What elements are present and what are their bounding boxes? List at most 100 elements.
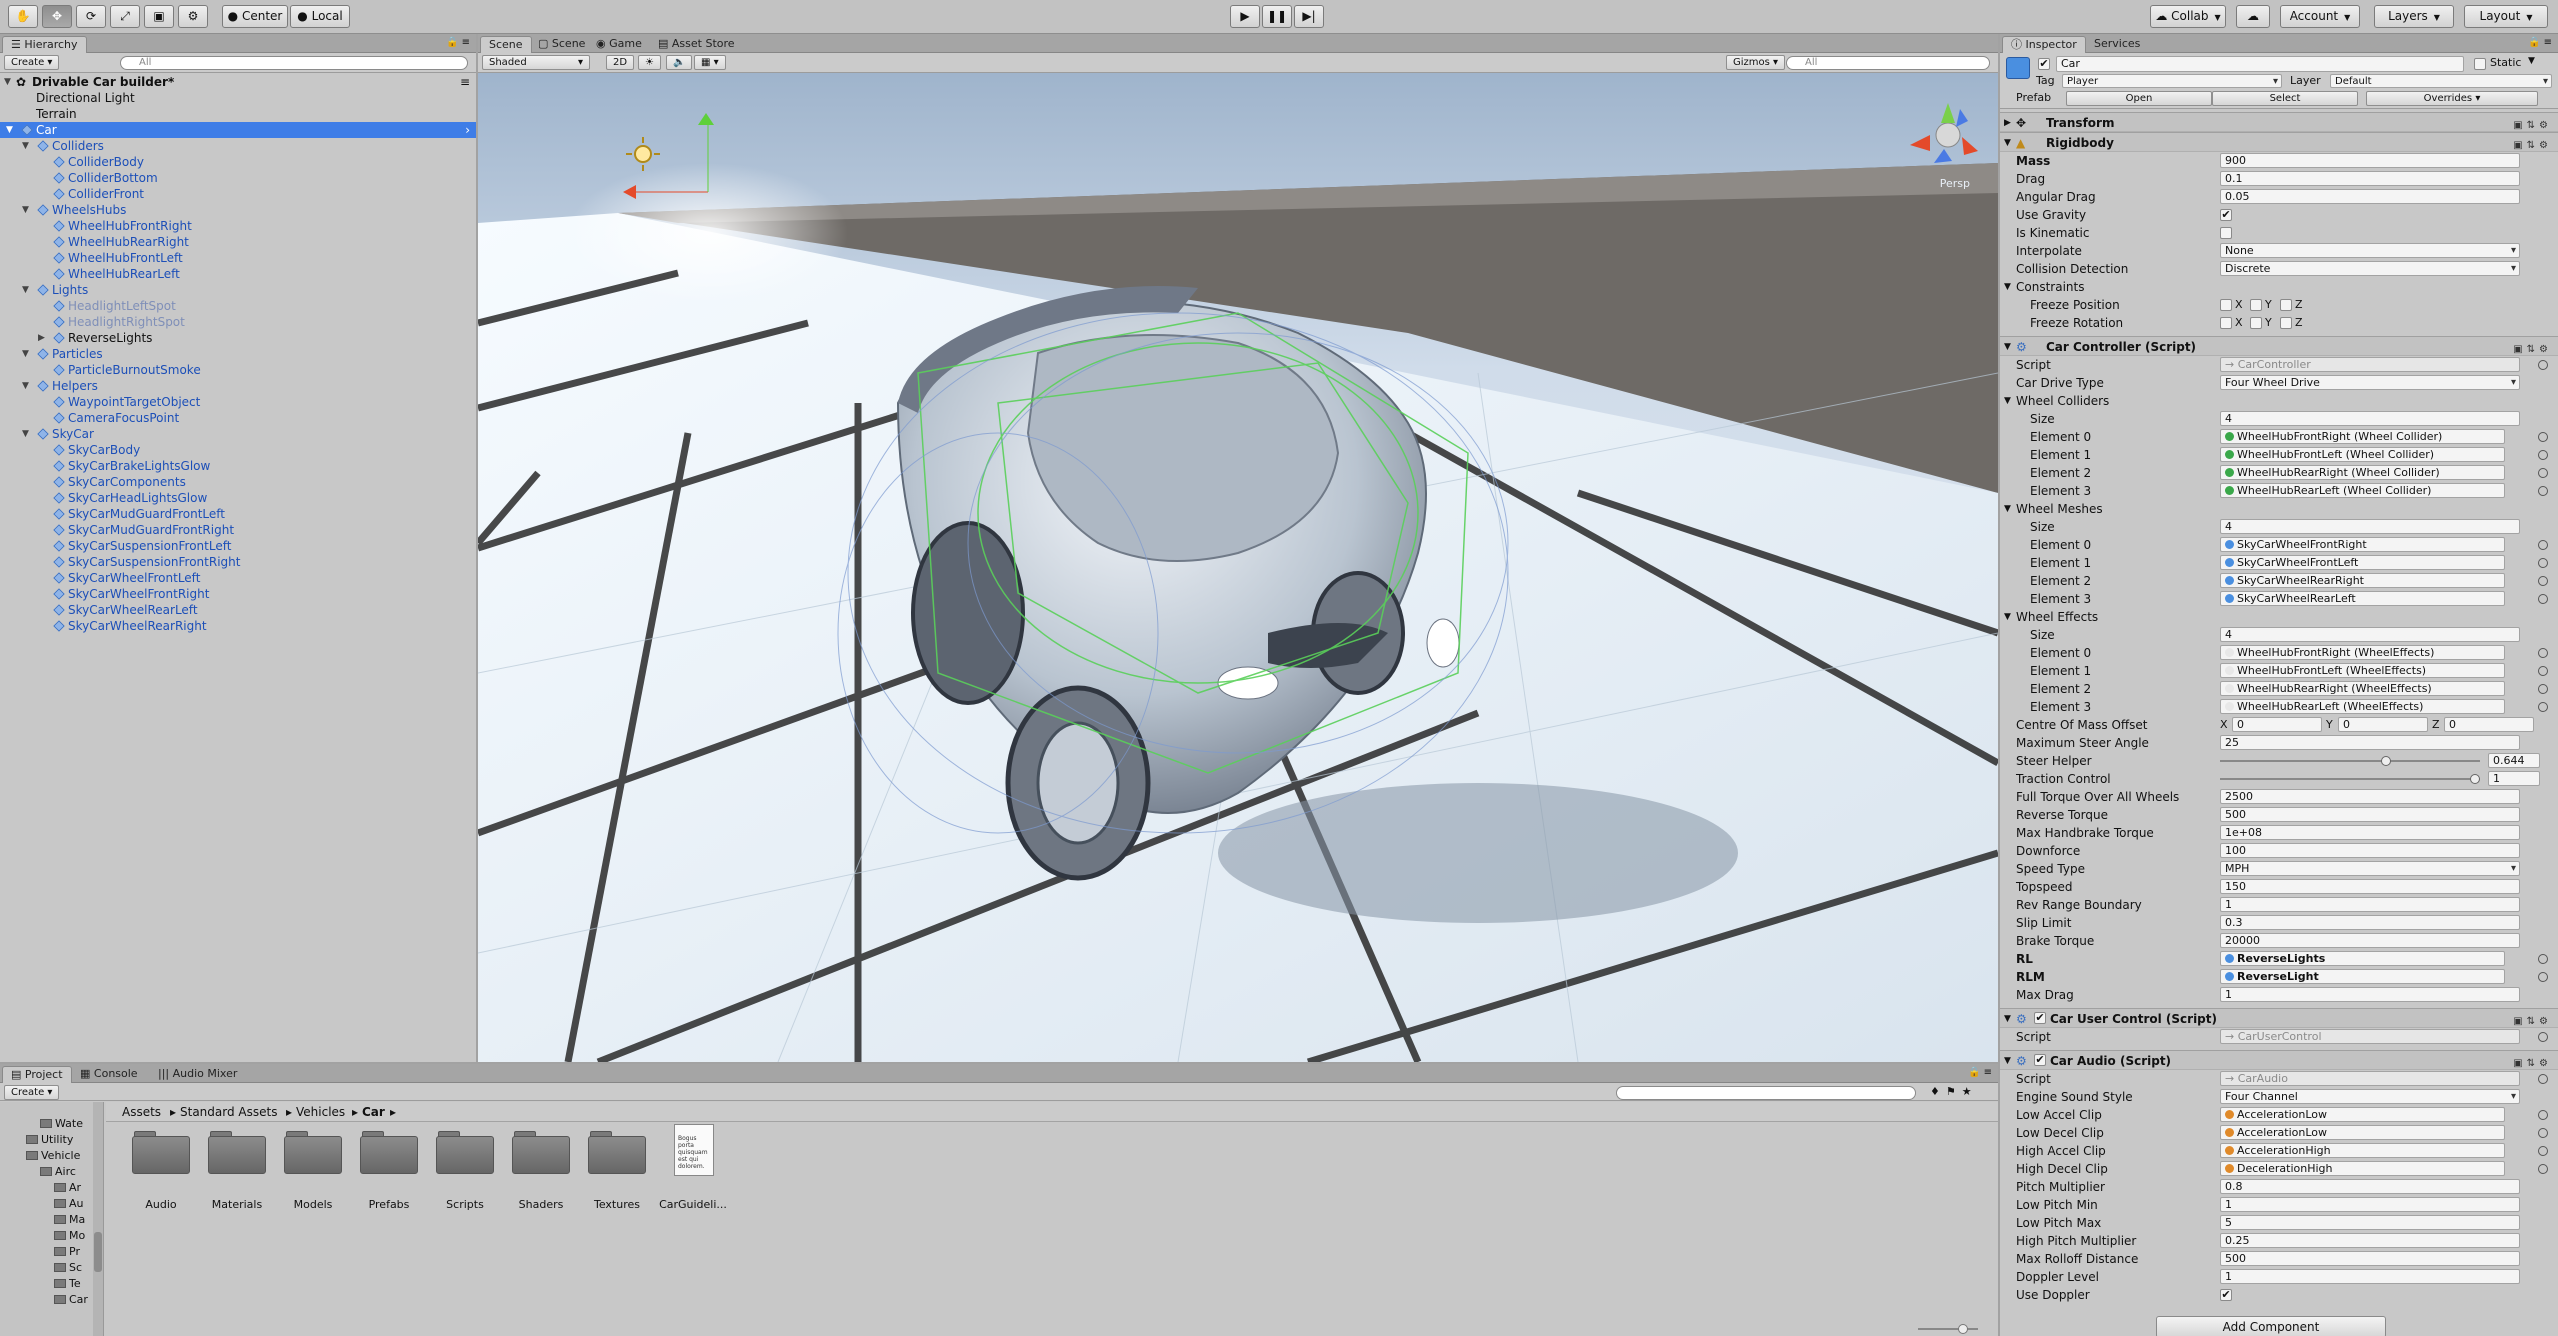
object-picker-icon[interactable] — [2538, 666, 2548, 676]
hierarchy-item[interactable]: ▼ SkyCar — [0, 426, 476, 442]
audio-clip-row-field[interactable]: AccelerationLow — [2220, 1125, 2505, 1140]
project-tree-item[interactable]: Airc — [40, 1164, 76, 1180]
array-element-row-field[interactable]: SkyCarWheelRearLeft — [2220, 591, 2505, 606]
transform-header[interactable]: ▶ ✥ Transform ▣⇅⚙ — [2000, 112, 2558, 132]
prefab-open-arrow-icon[interactable]: › — [465, 122, 470, 138]
drive-type-row-field[interactable]: Four Wheel Drive — [2220, 375, 2520, 390]
project-tree-item[interactable]: Car — [54, 1292, 88, 1308]
shading-mode-dropdown[interactable]: Shaded ▾ — [482, 55, 590, 70]
breadcrumb-car[interactable]: Car — [362, 1102, 385, 1122]
car-controller-row-field[interactable]: 500 — [2220, 807, 2520, 822]
com-z-field[interactable]: 0 — [2444, 717, 2534, 732]
array-element-row-field[interactable]: SkyCarWheelFrontRight — [2220, 537, 2505, 552]
array-element-row-field[interactable]: WheelHubRearLeft (WheelEffects) — [2220, 699, 2505, 714]
toggle-2d-button[interactable]: 2D — [606, 55, 635, 70]
hierarchy-item[interactable]: SkyCarWheelRearLeft — [0, 602, 476, 618]
expand-arrow-icon[interactable]: ▼ — [4, 74, 14, 90]
hierarchy-search-input[interactable]: All — [120, 56, 468, 70]
expand-arrow-icon[interactable]: ▼ — [2004, 337, 2011, 357]
hierarchy-item[interactable]: ▶ ReverseLights — [0, 330, 476, 346]
expand-arrow-icon[interactable]: ▼ — [2004, 1051, 2011, 1071]
object-picker-icon[interactable] — [2538, 954, 2548, 964]
static-dropdown-icon[interactable]: ▼ — [2528, 56, 2535, 66]
car-audio-row-field[interactable]: 500 — [2220, 1251, 2520, 1266]
rigidbody-header[interactable]: ▼ ▲ Rigidbody ▣⇅⚙ — [2000, 132, 2558, 152]
object-picker-icon[interactable] — [2538, 972, 2548, 982]
rigidbody-row-field[interactable]: None — [2220, 243, 2520, 258]
tab-inspector[interactable]: ⓘ Inspector — [2002, 36, 2086, 53]
scene-menu-icon[interactable]: ≡ — [460, 74, 470, 90]
breadcrumb-assets[interactable]: Assets — [122, 1102, 161, 1122]
audio-clip-row-field[interactable]: DecelerationHigh — [2220, 1161, 2505, 1176]
hierarchy-item[interactable]: ▼ WheelsHubs — [0, 202, 476, 218]
object-name-field[interactable]: Car — [2056, 56, 2464, 72]
audio-clip-row-field[interactable]: AccelerationLow — [2220, 1107, 2505, 1122]
prefab-open-button[interactable]: Open — [2066, 91, 2212, 106]
hierarchy-item[interactable]: WheelHubRearLeft — [0, 266, 476, 282]
cloud-button[interactable]: ☁ — [2236, 5, 2270, 28]
car-audio-header[interactable]: ▼ ⚙ ✔ Car Audio (Script) ▣⇅⚙ — [2000, 1050, 2558, 1070]
pivot-center-button[interactable]: ● Center — [222, 5, 288, 28]
expand-arrow-icon[interactable]: ▼ — [22, 426, 32, 442]
object-picker-icon[interactable] — [2538, 558, 2548, 568]
expand-arrow-icon[interactable]: ▼ — [22, 202, 32, 218]
hierarchy-item[interactable]: WaypointTargetObject — [0, 394, 476, 410]
car-controller-row-field[interactable]: 0.3 — [2220, 915, 2520, 930]
object-picker-icon[interactable] — [2538, 540, 2548, 550]
car-controller-row-field[interactable]: 1 — [2220, 897, 2520, 912]
expand-arrow-icon[interactable]: ▼ — [2004, 392, 2011, 410]
hierarchy-item[interactable]: SkyCarBody — [0, 442, 476, 458]
hierarchy-item[interactable]: ▼ Car › — [0, 122, 476, 138]
rigidbody-row-field[interactable]: 900 — [2220, 153, 2520, 168]
object-picker-icon[interactable] — [2538, 684, 2548, 694]
collapsed-arrow-icon[interactable]: ▶ — [2004, 113, 2011, 133]
array-element-row-field[interactable]: WheelHubFrontRight (Wheel Collider) — [2220, 429, 2505, 444]
scene-search-input[interactable]: All — [1786, 56, 1990, 70]
car-audio-row-field[interactable]: 1 — [2220, 1269, 2520, 1284]
expand-arrow-icon[interactable]: ▼ — [22, 282, 32, 298]
hierarchy-item[interactable]: ▼ Helpers — [0, 378, 476, 394]
scale-tool-button[interactable]: ⤢ — [110, 5, 140, 28]
folder-icon[interactable] — [208, 1130, 266, 1174]
freeze-z-checkbox[interactable] — [2280, 299, 2292, 311]
traction-control-slider-value-field[interactable]: 1 — [2488, 771, 2540, 786]
folder-icon[interactable] — [588, 1130, 646, 1174]
project-create-button[interactable]: Create ▾ — [4, 1085, 60, 1100]
com-x-field[interactable]: 0 — [2232, 717, 2322, 732]
car-controller-row-field[interactable]: 2500 — [2220, 789, 2520, 804]
tab-hierarchy[interactable]: ☰ Hierarchy — [2, 36, 87, 53]
hierarchy-create-button[interactable]: Create ▾ — [4, 55, 60, 70]
document-icon[interactable]: Bogus porta quisquam est qui dolorem. — [674, 1124, 714, 1176]
pivot-local-button[interactable]: ● Local — [290, 5, 350, 28]
expand-arrow-icon[interactable]: ▶ — [38, 330, 48, 346]
traction-control-slider-track[interactable] — [2220, 774, 2480, 784]
steer-helper-slider-value-field[interactable]: 0.644 — [2488, 753, 2540, 768]
car-audio-row-field[interactable]: 0.25 — [2220, 1233, 2520, 1248]
play-button[interactable]: ▶ — [1230, 5, 1260, 28]
folder-icon[interactable] — [360, 1130, 418, 1174]
freeze-z-checkbox[interactable] — [2280, 317, 2292, 329]
rigidbody-row-field[interactable]: Discrete — [2220, 261, 2520, 276]
project-tree-item[interactable]: Te — [54, 1276, 81, 1292]
hierarchy-item[interactable]: HeadlightRightSpot — [0, 314, 476, 330]
hand-tool-button[interactable]: ✋ — [8, 5, 38, 28]
add-component-button[interactable]: Add Component — [2156, 1316, 2386, 1336]
object-picker-icon[interactable] — [2538, 1164, 2548, 1174]
tab-services[interactable]: Services — [2086, 36, 2148, 53]
traction-control-slider-thumb[interactable] — [2470, 774, 2480, 784]
hierarchy-item[interactable]: SkyCarBrakeLightsGlow — [0, 458, 476, 474]
hierarchy-item[interactable]: ▼ Particles — [0, 346, 476, 362]
expand-arrow-icon[interactable]: ▼ — [22, 378, 32, 394]
project-tree-item[interactable]: Ma — [54, 1212, 85, 1228]
hierarchy-item[interactable]: SkyCarSuspensionFrontLeft — [0, 538, 476, 554]
static-checkbox[interactable] — [2474, 58, 2486, 70]
rigidbody-row-field[interactable]: 0.05 — [2220, 189, 2520, 204]
scene-viewport[interactable]: Persp — [478, 73, 1998, 1062]
component-enabled-checkbox[interactable]: ✔ — [2034, 1012, 2046, 1024]
transform-tool-button[interactable]: ⚙ — [178, 5, 208, 28]
object-picker-icon[interactable] — [2538, 576, 2548, 586]
tab-project[interactable]: ▤ Project — [2, 1066, 72, 1083]
tab-asset-store[interactable]: ▤ Asset Store — [650, 36, 743, 53]
expand-arrow-icon[interactable]: ▼ — [22, 138, 32, 154]
array-size-row-field[interactable]: 4 — [2220, 411, 2520, 426]
